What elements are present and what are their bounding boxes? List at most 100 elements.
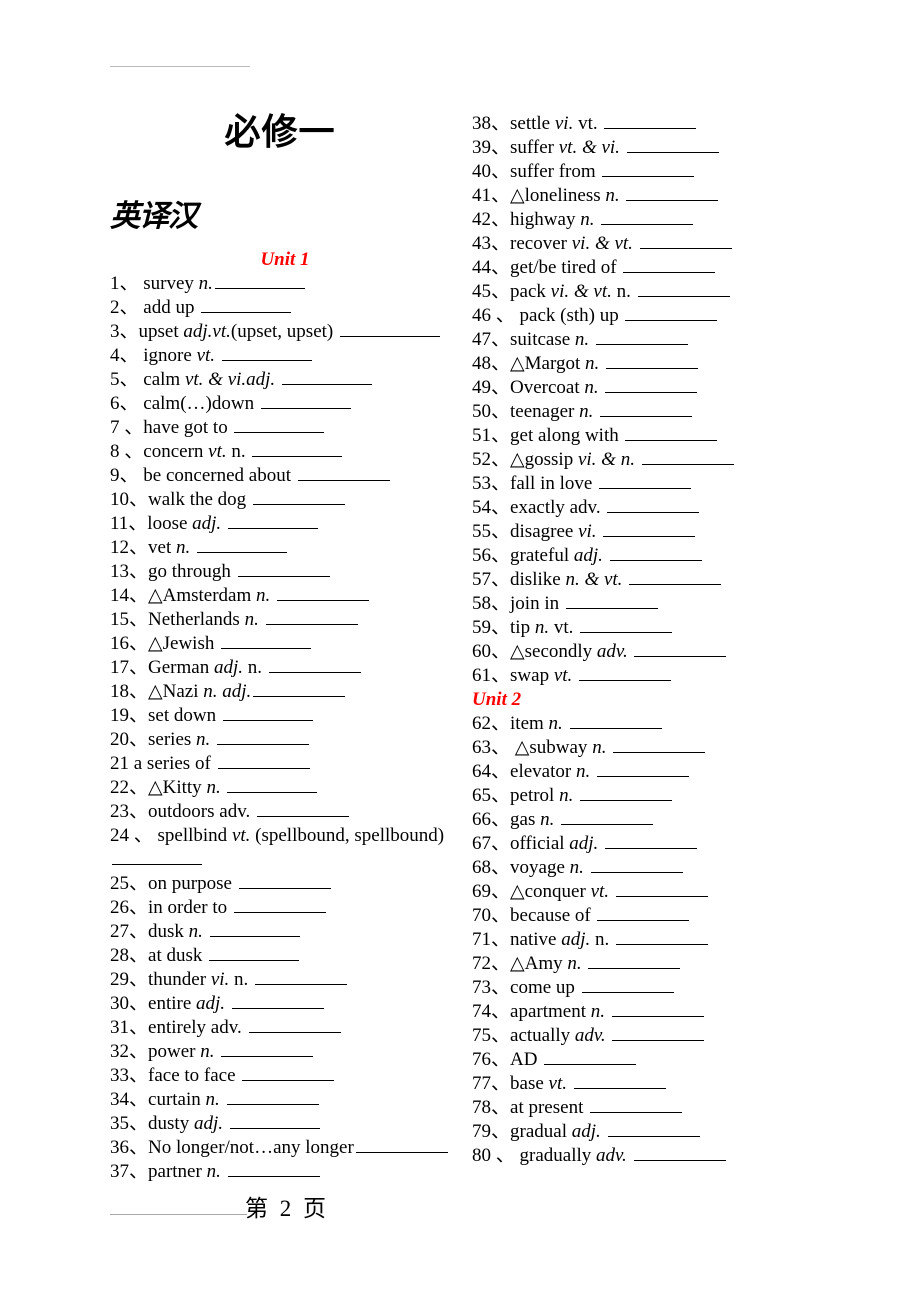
- answer-blank[interactable]: [227, 513, 318, 529]
- answer-blank[interactable]: [256, 801, 349, 817]
- answer-blank[interactable]: [277, 585, 370, 601]
- answer-blank[interactable]: [201, 297, 292, 313]
- answer-blank[interactable]: [597, 905, 690, 921]
- part-of-speech: vt.: [548, 1073, 567, 1094]
- answer-blank[interactable]: [607, 1121, 700, 1137]
- answer-blank[interactable]: [605, 353, 698, 369]
- answer-blank[interactable]: [234, 417, 325, 433]
- answer-blank[interactable]: [611, 1001, 704, 1017]
- entry-number: 52、: [472, 449, 511, 470]
- answer-blank[interactable]: [242, 1065, 335, 1081]
- part-of-speech: n.: [205, 1089, 220, 1110]
- answer-blank[interactable]: [605, 377, 698, 393]
- answer-blank[interactable]: [625, 425, 718, 441]
- answer-blank[interactable]: [580, 617, 673, 633]
- entry-term: gas: [510, 809, 541, 830]
- answer-blank[interactable]: [252, 489, 345, 505]
- part-of-speech: n.: [256, 585, 271, 606]
- answer-blank[interactable]: [237, 561, 330, 577]
- answer-blank[interactable]: [626, 185, 719, 201]
- answer-blank[interactable]: [252, 441, 343, 457]
- answer-blank[interactable]: [599, 473, 692, 489]
- answer-blank[interactable]: [214, 273, 305, 289]
- answer-blank[interactable]: [602, 161, 695, 177]
- entry-number: 47、: [472, 329, 511, 350]
- answer-blank[interactable]: [601, 209, 694, 225]
- answer-blank[interactable]: [238, 873, 331, 889]
- answer-blank[interactable]: [629, 569, 722, 585]
- answer-blank[interactable]: [221, 345, 312, 361]
- vocabulary-entry: 16、△Jewish: [110, 632, 460, 656]
- page-title: 必修一: [224, 112, 336, 153]
- answer-blank[interactable]: [217, 729, 310, 745]
- answer-blank[interactable]: [260, 393, 351, 409]
- answer-blank[interactable]: [227, 777, 318, 793]
- answer-blank[interactable]: [265, 609, 358, 625]
- answer-blank[interactable]: [221, 1041, 314, 1057]
- answer-blank[interactable]: [255, 969, 348, 985]
- answer-blank[interactable]: [226, 1089, 319, 1105]
- answer-blank[interactable]: [588, 953, 681, 969]
- vocabulary-entry: 43、recover vi. & vt.: [472, 232, 802, 256]
- answer-blank[interactable]: [604, 113, 697, 129]
- entry-term-extra: [215, 1041, 220, 1062]
- answer-blank[interactable]: [626, 137, 719, 153]
- vocabulary-entry: 54、exactly adv.: [472, 496, 802, 520]
- answer-blank[interactable]: [609, 545, 702, 561]
- answer-blank[interactable]: [590, 857, 683, 873]
- answer-blank[interactable]: [569, 713, 662, 729]
- answer-blank[interactable]: [281, 369, 372, 385]
- answer-blank[interactable]: [229, 1113, 320, 1129]
- answer-blank[interactable]: [221, 633, 312, 649]
- answer-blank[interactable]: [623, 257, 716, 273]
- entry-term: voyage: [510, 857, 570, 878]
- answer-blank[interactable]: [603, 521, 696, 537]
- answer-blank[interactable]: [227, 1161, 320, 1177]
- answer-blank[interactable]: [231, 993, 324, 1009]
- answer-blank[interactable]: [561, 809, 654, 825]
- entry-term: Overcoat: [510, 377, 585, 398]
- answer-blank[interactable]: [605, 833, 698, 849]
- answer-blank[interactable]: [625, 305, 718, 321]
- entry-number: 54、: [472, 497, 511, 518]
- answer-blank[interactable]: [268, 657, 361, 673]
- answer-blank[interactable]: [641, 449, 734, 465]
- answer-blank[interactable]: [613, 737, 706, 753]
- answer-blank[interactable]: [248, 1017, 341, 1033]
- answer-blank[interactable]: [612, 1025, 705, 1041]
- part-of-speech: n.: [206, 777, 221, 798]
- answer-blank[interactable]: [222, 705, 313, 721]
- answer-blank[interactable]: [615, 929, 708, 945]
- vocabulary-entry: 56、grateful adj.: [472, 544, 802, 568]
- answer-blank[interactable]: [579, 665, 672, 681]
- answer-blank[interactable]: [633, 1145, 726, 1161]
- answer-blank[interactable]: [253, 681, 346, 697]
- answer-blank[interactable]: [112, 849, 202, 865]
- answer-blank[interactable]: [573, 1073, 666, 1089]
- vocabulary-entry: 69、△conquer vt.: [472, 880, 802, 904]
- answer-blank[interactable]: [209, 921, 300, 937]
- answer-blank[interactable]: [209, 945, 300, 961]
- vocabulary-entry: 7 、have got to: [110, 416, 460, 440]
- answer-blank[interactable]: [544, 1049, 637, 1065]
- answer-blank[interactable]: [637, 281, 730, 297]
- vocabulary-entry: 22、△Kitty n.: [110, 776, 460, 800]
- entry-number: 72、: [472, 953, 511, 974]
- answer-blank[interactable]: [196, 537, 287, 553]
- answer-blank[interactable]: [634, 641, 727, 657]
- answer-blank[interactable]: [639, 233, 732, 249]
- answer-blank[interactable]: [581, 977, 674, 993]
- answer-blank[interactable]: [233, 897, 326, 913]
- answer-blank[interactable]: [217, 753, 310, 769]
- answer-blank[interactable]: [580, 785, 673, 801]
- answer-blank[interactable]: [590, 1097, 683, 1113]
- answer-blank[interactable]: [596, 761, 689, 777]
- answer-blank[interactable]: [355, 1137, 448, 1153]
- answer-blank[interactable]: [615, 881, 708, 897]
- answer-blank[interactable]: [340, 321, 440, 337]
- answer-blank[interactable]: [595, 329, 688, 345]
- answer-blank[interactable]: [607, 497, 700, 513]
- answer-blank[interactable]: [600, 401, 693, 417]
- answer-blank[interactable]: [565, 593, 658, 609]
- answer-blank[interactable]: [297, 465, 390, 481]
